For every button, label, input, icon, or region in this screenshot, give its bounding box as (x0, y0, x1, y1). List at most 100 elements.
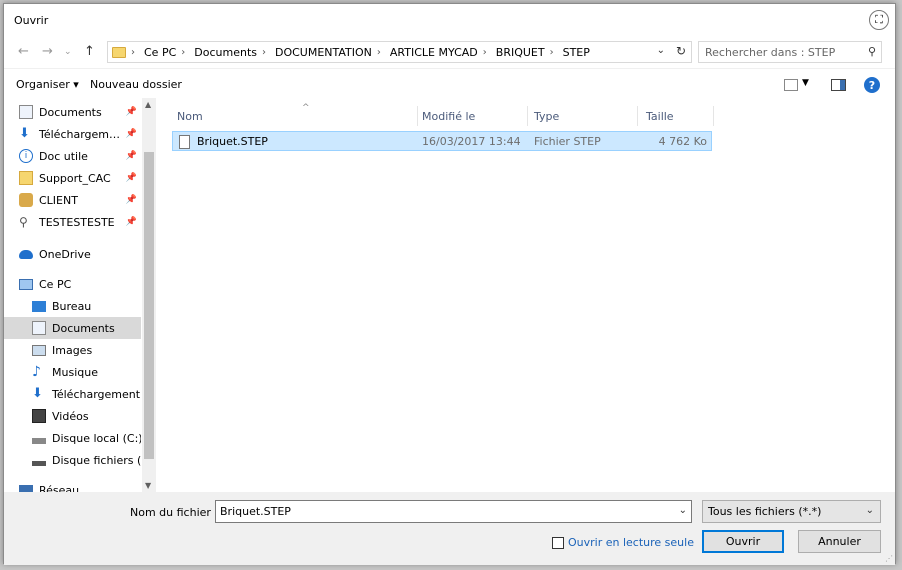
nav-item-videos[interactable]: Vidéos (4, 405, 141, 427)
file-modified: 16/03/2017 13:44 (422, 135, 521, 148)
nav-item-disque-local[interactable]: Disque local (C:) (4, 427, 141, 449)
breadcrumb-step[interactable]: STEP (563, 46, 590, 59)
file-icon (179, 135, 190, 149)
column-header-name[interactable]: Nom ^ (172, 103, 418, 126)
title-bar: Ouvrir ⛶ (4, 4, 895, 36)
up-arrow-icon[interactable]: ↑ (84, 44, 95, 59)
filename-label: Nom du fichier : (130, 506, 219, 519)
nav-scrollbar[interactable]: ▲ ▼ (142, 98, 156, 492)
new-folder-button[interactable]: Nouveau dossier (90, 78, 182, 91)
help-icon[interactable]: ? (864, 77, 880, 93)
organize-button[interactable]: Organiser ▾ (16, 78, 79, 91)
chevron-right-icon: › (482, 46, 487, 58)
column-header-label: Nom (177, 109, 203, 123)
sort-caret-icon: ^ (302, 103, 310, 113)
cancel-button[interactable]: Annuler (798, 530, 881, 553)
column-header-label: Modifié le (422, 109, 476, 123)
screenshot-icon[interactable]: ⛶ (869, 10, 889, 30)
scroll-up-icon[interactable]: ▲ (145, 100, 151, 109)
readonly-label: Ouvrir en lecture seule (568, 536, 694, 549)
nav-item-label: Disque fichiers (I (52, 453, 141, 467)
nav-item-label: Musique (52, 365, 98, 379)
nav-item-reseau[interactable]: Réseau (4, 479, 141, 492)
nav-item-label: Doc utile (39, 149, 88, 163)
pin-icon: 📌 (125, 129, 137, 139)
nav-item-support-cac[interactable]: Support_CAC 📌 (4, 167, 141, 189)
recent-chevron-icon[interactable]: ⌄ (64, 47, 72, 57)
nav-item-label: TESTESTESTE (39, 215, 115, 229)
info-icon: i (19, 149, 33, 163)
navigation-pane: Documents 📌 ⬇ Téléchargem… 📌 i Doc utile… (4, 98, 155, 492)
nav-item-images[interactable]: Images (4, 339, 141, 361)
resize-grip-icon[interactable]: ⋰ (885, 554, 893, 563)
nav-item-documents-quick[interactable]: Documents 📌 (4, 101, 141, 123)
nav-item-doc-utile[interactable]: i Doc utile 📌 (4, 145, 141, 167)
nav-item-label: OneDrive (39, 247, 91, 261)
desktop-icon (32, 300, 46, 312)
breadcrumb-briquet[interactable]: BRIQUET (496, 46, 545, 59)
column-header-size[interactable]: Taille (638, 106, 714, 126)
chevron-down-icon[interactable]: ⌄ (679, 505, 687, 516)
column-header-modified[interactable]: Modifié le (418, 106, 528, 126)
search-input[interactable]: Rechercher dans : STEP ⚲ (698, 41, 882, 63)
download-arrow-icon: ⬇ (19, 126, 30, 141)
nav-item-label: Documents (52, 321, 115, 335)
nav-item-label: Ce PC (39, 277, 72, 291)
breadcrumb-article-mycad[interactable]: ARTICLE MYCAD (390, 46, 478, 59)
search-folder-icon: ⚲ (19, 215, 28, 229)
open-button[interactable]: Ouvrir (702, 530, 784, 553)
filename-input[interactable]: Briquet.STEP ⌄ (215, 500, 692, 523)
nav-item-downloads-quick[interactable]: ⬇ Téléchargem… 📌 (4, 123, 141, 145)
address-bar[interactable]: › Ce PC › Documents › DOCUMENTATION › AR… (107, 41, 692, 63)
nav-item-client[interactable]: CLIENT 📌 (4, 189, 141, 211)
view-dropdown-icon[interactable]: ▼ (802, 78, 809, 88)
nav-item-onedrive[interactable]: OneDrive (4, 243, 141, 265)
breadcrumb-documents[interactable]: Documents (194, 46, 257, 59)
nav-item-label: Bureau (52, 299, 92, 313)
preview-pane-icon[interactable] (831, 79, 846, 91)
refresh-icon[interactable]: ↻ (676, 44, 686, 58)
music-note-icon: ♪ (32, 364, 41, 380)
nav-item-testestest[interactable]: ⚲ TESTESTESTE 📌 (4, 211, 141, 233)
view-options-icon[interactable] (784, 79, 798, 91)
scroll-down-icon[interactable]: ▼ (145, 481, 151, 490)
image-icon (32, 344, 46, 356)
file-row[interactable]: Briquet.STEP 16/03/2017 13:44 Fichier ST… (172, 131, 712, 151)
nav-item-disque-fichiers[interactable]: Disque fichiers (I (4, 449, 141, 471)
chevron-down-icon: ⌄ (865, 505, 874, 516)
nav-item-bureau[interactable]: Bureau (4, 295, 141, 317)
scrollbar-thumb[interactable] (144, 152, 154, 459)
nav-item-documents[interactable]: Documents (4, 317, 141, 339)
pin-icon: 📌 (125, 107, 137, 117)
file-name: Briquet.STEP (197, 135, 268, 148)
nav-item-label: Téléchargement (52, 387, 141, 401)
document-icon (19, 105, 33, 119)
column-header-type[interactable]: Type (528, 106, 638, 126)
nav-item-musique[interactable]: ♪ Musique (4, 361, 141, 383)
file-type: Fichier STEP (534, 135, 601, 148)
nav-item-telechargement[interactable]: ⬇ Téléchargement (4, 383, 141, 405)
bottom-panel: Nom du fichier : Briquet.STEP ⌄ Tous les… (4, 492, 895, 565)
network-icon (19, 485, 33, 492)
chevron-right-icon: › (181, 46, 186, 58)
breadcrumb-documentation[interactable]: DOCUMENTATION (275, 46, 372, 59)
download-arrow-icon: ⬇ (32, 386, 43, 401)
back-arrow-icon[interactable]: ← (18, 44, 29, 59)
nav-item-ce-pc[interactable]: Ce PC (4, 273, 141, 295)
chevron-right-icon: › (261, 46, 266, 58)
nav-item-label: Réseau (39, 483, 80, 493)
file-type-filter[interactable]: Tous les fichiers (*.*) ⌄ (702, 500, 881, 523)
chevron-down-icon[interactable]: ⌄ (657, 45, 665, 56)
readonly-checkbox[interactable]: Ouvrir en lecture seule (552, 536, 694, 549)
forward-arrow-icon[interactable]: → (42, 44, 53, 59)
search-placeholder: Rechercher dans : STEP (705, 45, 836, 59)
folder-icon (112, 46, 126, 58)
folder-icon (19, 171, 33, 185)
window-title: Ouvrir (14, 14, 49, 27)
nav-item-label: Support_CAC (39, 171, 111, 185)
checkbox-icon[interactable] (552, 536, 564, 549)
chevron-right-icon: › (549, 46, 554, 58)
column-header-label: Taille (646, 109, 674, 123)
breadcrumb-ce-pc[interactable]: Ce PC (144, 46, 176, 59)
film-icon (32, 409, 46, 423)
